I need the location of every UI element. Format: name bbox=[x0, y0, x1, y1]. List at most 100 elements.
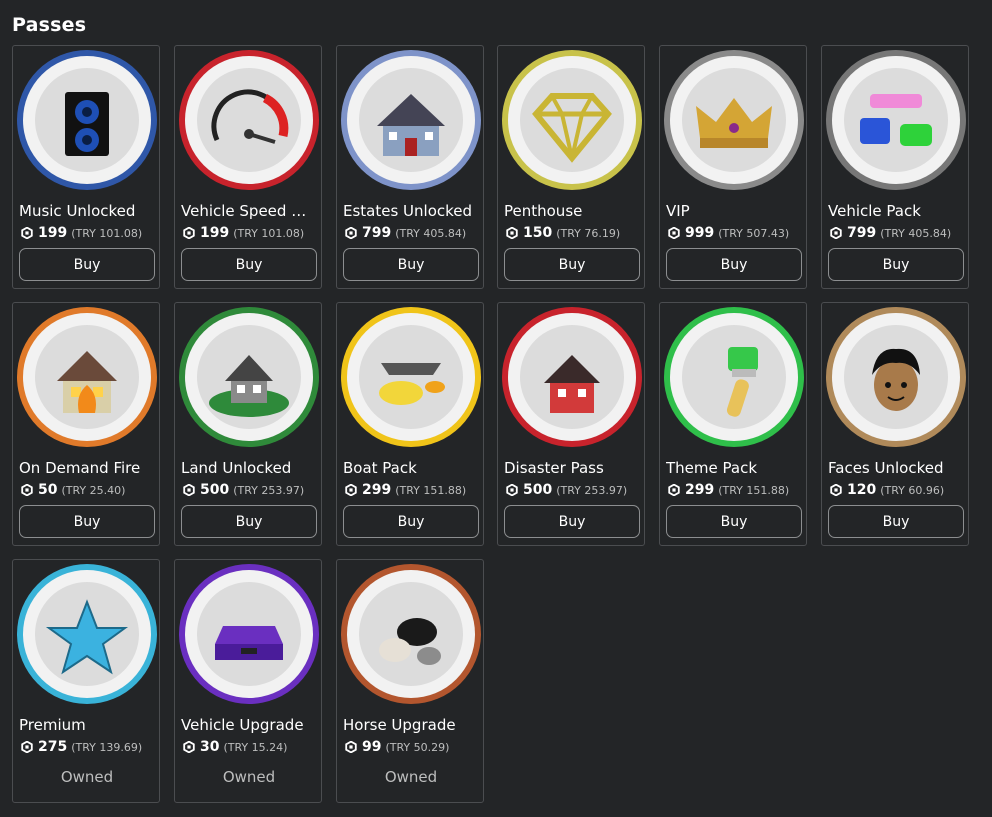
price-row: 50 (TRY 25.40) bbox=[21, 481, 125, 499]
pass-name[interactable]: Disaster Pass bbox=[504, 459, 640, 477]
pass-card[interactable]: Boat Pack 299 (TRY 151.88) Buy bbox=[336, 302, 484, 546]
pass-card[interactable]: Vehicle Pack 799 (TRY 405.84) Buy bbox=[821, 45, 969, 289]
robux-icon bbox=[21, 741, 33, 753]
pass-name[interactable]: Faces Unlocked bbox=[828, 459, 964, 477]
speaker-icon bbox=[65, 92, 109, 156]
local-price: (TRY 101.08) bbox=[71, 226, 143, 240]
pass-card[interactable]: Horse Upgrade 99 (TRY 50.29) Owned bbox=[336, 559, 484, 803]
price-row: 500 (TRY 253.97) bbox=[183, 481, 304, 499]
robux-price: 150 bbox=[523, 225, 553, 241]
pass-name[interactable]: Land Unlocked bbox=[181, 459, 317, 477]
pass-card[interactable]: Faces Unlocked 120 (TRY 60.96) Buy bbox=[821, 302, 969, 546]
pass-card[interactable]: Theme Pack 299 (TRY 151.88) Buy bbox=[659, 302, 807, 546]
price-row: 120 (TRY 60.96) bbox=[830, 481, 944, 499]
robux-price: 500 bbox=[523, 482, 553, 498]
buy-button[interactable]: Buy bbox=[19, 248, 155, 281]
buy-button[interactable]: Buy bbox=[666, 248, 802, 281]
local-price: (TRY 60.96) bbox=[880, 483, 945, 497]
pass-badge-image bbox=[664, 50, 804, 190]
price-row: 30 (TRY 15.24) bbox=[183, 738, 287, 756]
pass-name[interactable]: Premium bbox=[19, 716, 155, 734]
price-row: 99 (TRY 50.29) bbox=[345, 738, 449, 756]
pass-name[interactable]: Music Unlocked bbox=[19, 202, 155, 220]
pass-badge-image bbox=[17, 564, 157, 704]
buy-button[interactable]: Buy bbox=[343, 248, 479, 281]
pass-card[interactable]: Vehicle Upgrade 30 (TRY 15.24) Owned bbox=[174, 559, 322, 803]
pass-name[interactable]: Theme Pack bbox=[666, 459, 802, 477]
pass-name[interactable]: Vehicle Upgrade bbox=[181, 716, 317, 734]
pass-badge-image bbox=[341, 50, 481, 190]
pass-name[interactable]: Vehicle Pack bbox=[828, 202, 964, 220]
local-price: (TRY 139.69) bbox=[71, 740, 143, 754]
pass-badge-image bbox=[17, 50, 157, 190]
pass-badge-image bbox=[502, 307, 642, 447]
owned-label: Owned bbox=[60, 768, 114, 786]
robux-icon bbox=[183, 484, 195, 496]
pass-name[interactable]: Horse Upgrade bbox=[343, 716, 479, 734]
robux-price: 50 bbox=[38, 482, 58, 498]
pass-badge-image bbox=[341, 564, 481, 704]
local-price: (TRY 405.84) bbox=[395, 226, 467, 240]
buy-button[interactable]: Buy bbox=[828, 248, 964, 281]
buy-button[interactable]: Buy bbox=[19, 505, 155, 538]
pass-name[interactable]: Penthouse bbox=[504, 202, 640, 220]
owned-label: Owned bbox=[384, 768, 438, 786]
price-row: 150 (TRY 76.19) bbox=[506, 224, 620, 242]
robux-icon bbox=[506, 227, 518, 239]
robux-price: 999 bbox=[685, 225, 715, 241]
local-price: (TRY 151.88) bbox=[718, 483, 790, 497]
buy-button[interactable]: Buy bbox=[181, 505, 317, 538]
price-row: 199 (TRY 101.08) bbox=[21, 224, 142, 242]
pass-card[interactable]: Premium 275 (TRY 139.69) Owned bbox=[12, 559, 160, 803]
pass-card[interactable]: On Demand Fire 50 (TRY 25.40) Buy bbox=[12, 302, 160, 546]
pass-card[interactable]: Disaster Pass 500 (TRY 253.97) Buy bbox=[497, 302, 645, 546]
price-row: 299 (TRY 151.88) bbox=[345, 481, 466, 499]
pass-name[interactable]: Estates Unlocked bbox=[343, 202, 479, 220]
page-title: Passes bbox=[12, 14, 87, 36]
pass-name[interactable]: VIP bbox=[666, 202, 802, 220]
robux-icon bbox=[830, 227, 842, 239]
robux-price: 120 bbox=[847, 482, 877, 498]
robux-price: 99 bbox=[362, 739, 382, 755]
pass-badge-image bbox=[826, 307, 966, 447]
local-price: (TRY 25.40) bbox=[61, 483, 126, 497]
pass-badge-image bbox=[664, 307, 804, 447]
price-row: 275 (TRY 139.69) bbox=[21, 738, 142, 756]
pass-badge-image bbox=[17, 307, 157, 447]
pass-card[interactable]: Music Unlocked 199 (TRY 101.08) Buy bbox=[12, 45, 160, 289]
robux-icon bbox=[668, 484, 680, 496]
buy-button[interactable]: Buy bbox=[181, 248, 317, 281]
local-price: (TRY 253.97) bbox=[556, 483, 628, 497]
pass-card[interactable]: Estates Unlocked 799 (TRY 405.84) Buy bbox=[336, 45, 484, 289]
price-row: 199 (TRY 101.08) bbox=[183, 224, 304, 242]
car-upgrade-icon bbox=[215, 626, 283, 660]
robux-icon bbox=[21, 484, 33, 496]
buy-button[interactable]: Buy bbox=[666, 505, 802, 538]
local-price: (TRY 405.84) bbox=[880, 226, 952, 240]
local-price: (TRY 507.43) bbox=[718, 226, 790, 240]
pass-name[interactable]: Boat Pack bbox=[343, 459, 479, 477]
robux-price: 299 bbox=[685, 482, 715, 498]
pass-badge-image bbox=[341, 307, 481, 447]
buy-button[interactable]: Buy bbox=[828, 505, 964, 538]
pass-name[interactable]: On Demand Fire bbox=[19, 459, 155, 477]
pass-name[interactable]: Vehicle Speed Unlocked bbox=[181, 202, 317, 220]
pass-card[interactable]: Penthouse 150 (TRY 76.19) Buy bbox=[497, 45, 645, 289]
robux-icon bbox=[183, 227, 195, 239]
buy-button[interactable]: Buy bbox=[504, 248, 640, 281]
pass-card[interactable]: VIP 999 (TRY 507.43) Buy bbox=[659, 45, 807, 289]
pass-badge-image bbox=[179, 564, 319, 704]
pass-card[interactable]: Vehicle Speed Unlocked 199(TRY 101.08) Buy bbox=[174, 45, 322, 289]
local-price: (TRY 253.97) bbox=[233, 483, 305, 497]
robux-price: 799 bbox=[362, 225, 392, 241]
robux-price: 199 bbox=[38, 225, 68, 241]
robux-icon bbox=[345, 484, 357, 496]
robux-price: 799 bbox=[847, 225, 877, 241]
pass-card[interactable]: Land Unlocked 500 (TRY 253.97) Buy bbox=[174, 302, 322, 546]
robux-price: 275 bbox=[38, 739, 68, 755]
robux-icon bbox=[345, 741, 357, 753]
buy-button[interactable]: Buy bbox=[343, 505, 479, 538]
price-row: 799 (TRY 405.84) bbox=[345, 224, 466, 242]
local-price: (TRY 50.29) bbox=[385, 740, 450, 754]
buy-button[interactable]: Buy bbox=[504, 505, 640, 538]
